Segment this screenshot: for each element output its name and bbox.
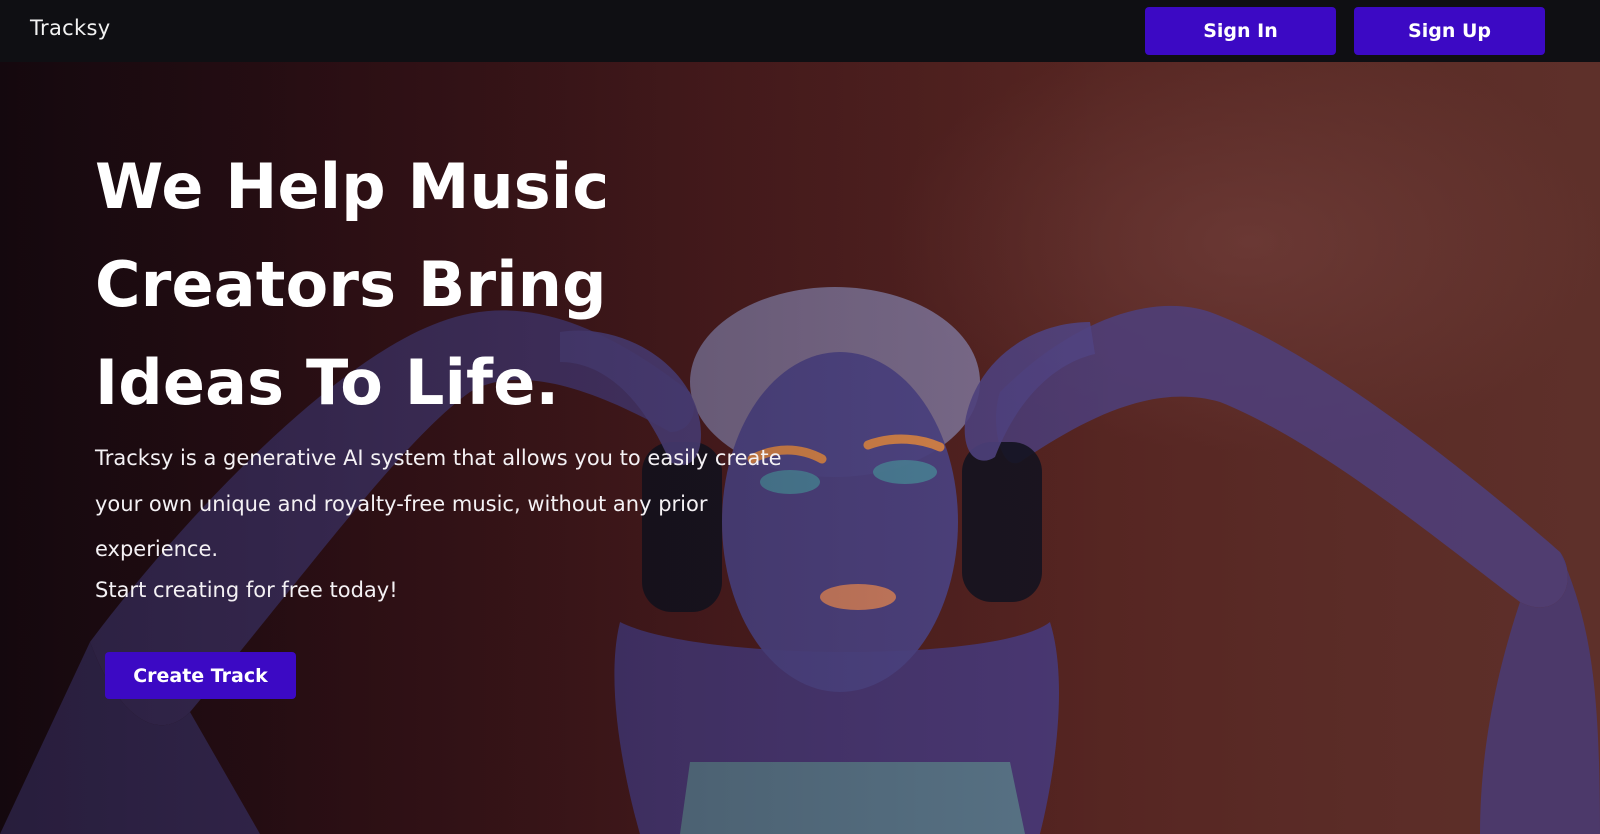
sign-up-button[interactable]: Sign Up: [1354, 7, 1545, 55]
hero-cta-text: Start creating for free today!: [95, 578, 398, 602]
brand-logo-text[interactable]: Tracksy: [30, 16, 110, 40]
page: Tracksy Sign In Sign Up We Help Music Cr…: [0, 0, 1600, 834]
hero-description: Tracksy is a generative AI system that a…: [95, 446, 782, 561]
create-track-button[interactable]: Create Track: [105, 652, 296, 699]
top-navbar: Tracksy Sign In Sign Up: [0, 0, 1600, 62]
sign-in-button[interactable]: Sign In: [1145, 7, 1336, 55]
hero-title: We Help Music Creators Bring Ideas To Li…: [95, 150, 610, 419]
hero-section: We Help Music Creators Bring Ideas To Li…: [0, 62, 1600, 834]
